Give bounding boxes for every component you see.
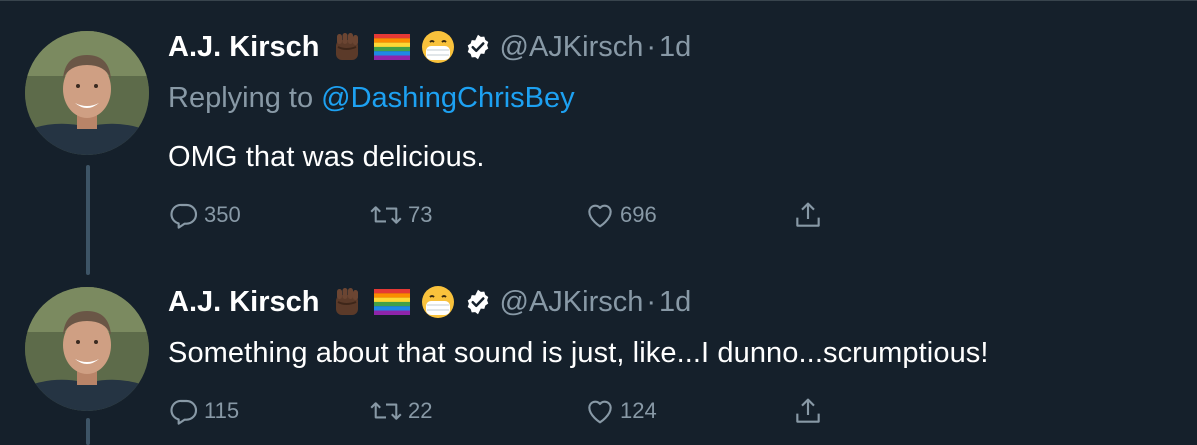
tweet[interactable]: A.J. Kirsch — [0, 260, 1197, 445]
author-name[interactable]: A.J. Kirsch — [168, 286, 320, 319]
face-with-medical-mask-emoji — [420, 29, 456, 65]
reply-icon — [170, 399, 198, 425]
retweet-count: 73 — [408, 202, 433, 227]
replying-to-prefix: Replying to — [168, 82, 322, 114]
rainbow-flag-emoji — [373, 289, 410, 315]
face-with-medical-mask-emoji — [420, 284, 456, 320]
share-icon — [796, 398, 820, 423]
tweet-actions: 115 22 124 — [168, 394, 838, 428]
author-name[interactable]: A.J. Kirsch — [168, 31, 320, 64]
like-button[interactable]: 124 — [584, 394, 657, 428]
verified-badge-icon — [464, 288, 492, 316]
tweet-header: A.J. Kirsch @AJKirsch · 1d — [168, 282, 691, 322]
retweet-icon — [370, 206, 402, 224]
share-button[interactable] — [792, 198, 824, 232]
reply-count: 115 — [204, 398, 240, 423]
timestamp[interactable]: 1d — [659, 31, 691, 64]
tweet-header: A.J. Kirsch @AJKirsch · 1d — [168, 27, 691, 67]
tweet-text: Something about that sound is just, like… — [168, 337, 989, 369]
mention-link[interactable]: @DashingChrisBey — [321, 82, 574, 114]
tweet-text: OMG that was delicious. — [168, 141, 485, 173]
avatar[interactable] — [25, 287, 149, 411]
raised-fist-dark-skin-emoji — [330, 285, 364, 319]
avatar[interactable] — [25, 31, 149, 155]
retweet-button[interactable]: 73 — [368, 198, 432, 232]
raised-fist-dark-skin-emoji — [330, 30, 364, 64]
retweet-count: 22 — [408, 398, 433, 423]
tweet[interactable]: A.J. Kirsch — [0, 0, 1197, 260]
reply-count: 350 — [204, 202, 241, 227]
separator-dot: · — [646, 30, 657, 63]
heart-icon — [588, 204, 612, 228]
share-icon — [796, 202, 820, 227]
like-count: 124 — [620, 398, 657, 423]
reply-icon — [170, 203, 198, 229]
heart-icon — [588, 400, 612, 424]
like-button[interactable]: 696 — [584, 198, 657, 232]
like-count: 696 — [620, 202, 657, 227]
retweet-icon — [370, 402, 402, 420]
share-button[interactable] — [792, 394, 824, 428]
retweet-button[interactable]: 22 — [368, 394, 432, 428]
author-handle[interactable]: @AJKirsch — [500, 286, 644, 319]
rainbow-flag-emoji — [373, 34, 410, 60]
author-handle[interactable]: @AJKirsch — [500, 31, 644, 64]
tweet-actions: 350 73 696 — [168, 198, 838, 232]
timestamp[interactable]: 1d — [659, 286, 691, 319]
separator-dot: · — [646, 285, 657, 318]
reply-button[interactable]: 350 — [168, 198, 241, 232]
reply-button[interactable]: 115 — [168, 394, 239, 428]
replying-to: Replying to @DashingChrisBey — [168, 82, 575, 115]
verified-badge-icon — [464, 33, 492, 61]
